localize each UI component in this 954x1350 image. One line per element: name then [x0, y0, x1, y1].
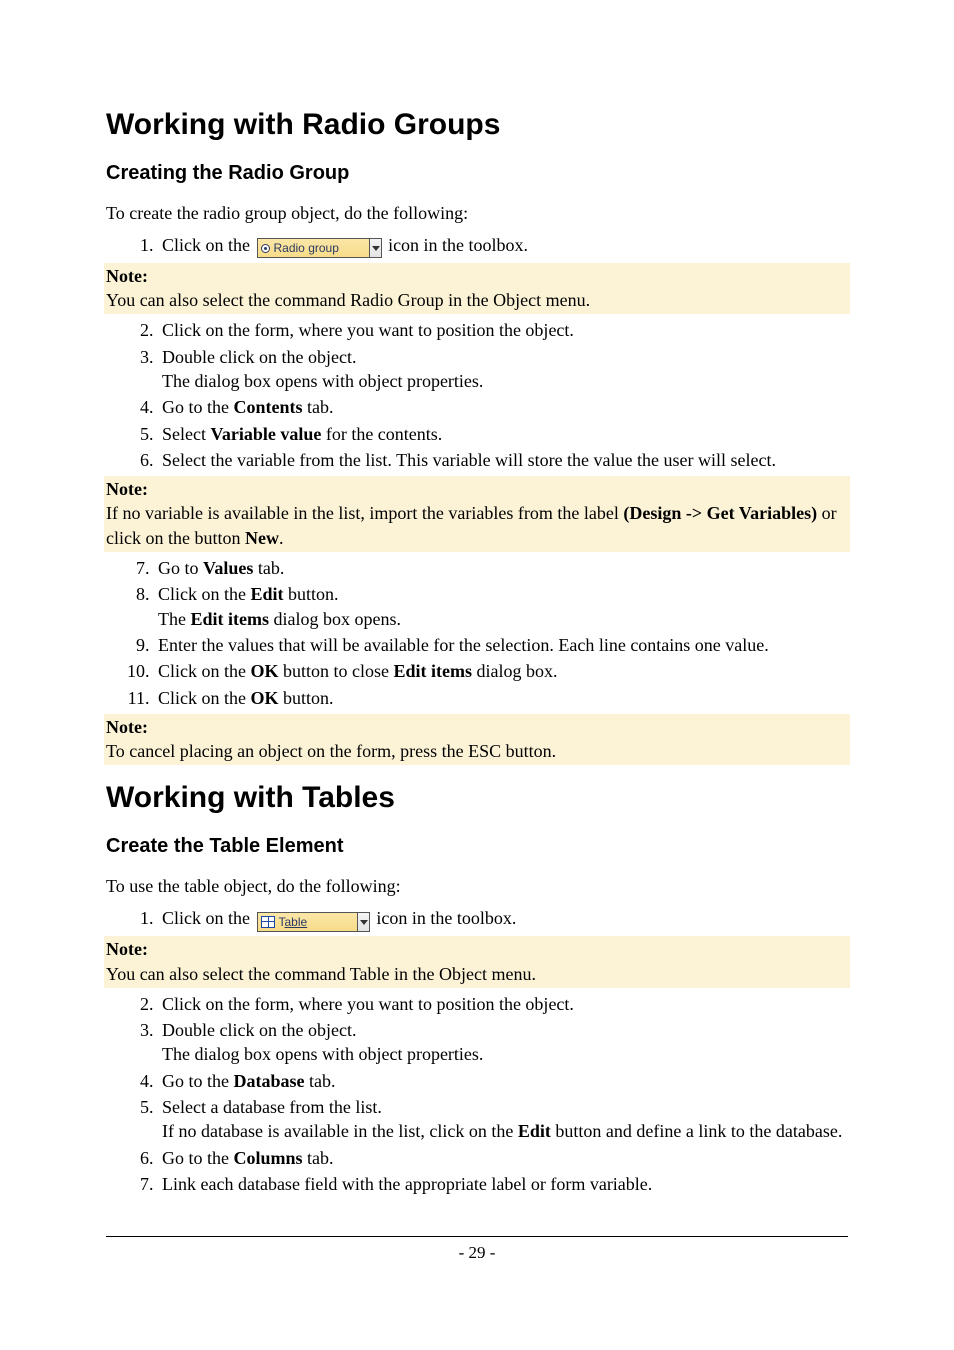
footer-rule: [106, 1236, 848, 1237]
list-item: Go to the Contents tab.: [158, 395, 848, 419]
note-title: Note:: [106, 477, 848, 501]
step-text: Go to: [158, 558, 203, 578]
list-item: Go to Values tab.: [154, 556, 848, 580]
list-item: Go to the Database tab.: [158, 1069, 848, 1093]
step-text-bold: Values: [203, 558, 253, 578]
note-title: Note:: [106, 937, 848, 961]
note-body: You can also select the command Radio Gr…: [106, 288, 848, 312]
page-number: - 29 -: [106, 1243, 848, 1263]
step-text: button to close: [279, 661, 394, 681]
note-body: To cancel placing an object on the form,…: [106, 739, 848, 763]
step-text: Click on the: [158, 584, 251, 604]
step-text-bold: Edit: [518, 1121, 551, 1141]
list-item: Select the variable from the list. This …: [158, 448, 848, 472]
note-title: Note:: [106, 264, 848, 288]
step-text: for the contents.: [321, 424, 442, 444]
step-text: tab.: [305, 1071, 336, 1091]
toolbar-button-label: Table: [279, 915, 308, 929]
step-text: The: [158, 609, 190, 629]
list-item: Click on the OK button.: [154, 686, 848, 710]
step-text: Go to the: [162, 1148, 234, 1168]
note-block: Note: You can also select the command Ta…: [104, 936, 850, 988]
step-text: The dialog box opens with object propert…: [162, 371, 483, 391]
heading-create-the-table-element: Create the Table Element: [106, 835, 848, 858]
list-item: Double click on the object. The dialog b…: [158, 345, 848, 394]
toolbar-button-table[interactable]: Table: [257, 908, 370, 932]
toolbar-button-label: Radio group: [274, 241, 339, 255]
step-text: Select: [162, 424, 210, 444]
step-text: icon in the toolbox.: [372, 908, 516, 928]
step-text-bold: Contents: [234, 397, 303, 417]
step-text-bold: Columns: [234, 1148, 303, 1168]
step-text: Click on the: [158, 688, 251, 708]
step-text: Go to the: [162, 1071, 234, 1091]
list-item: Click on the Table icon in the toolbox.: [158, 906, 848, 932]
step-text: button.: [284, 584, 339, 604]
step-text: button and define a link to the database…: [551, 1121, 842, 1141]
step-text: Link each database field with the approp…: [162, 1174, 652, 1194]
list-item: Click on the OK button to close Edit ite…: [154, 659, 848, 683]
step-text-bold: Edit items: [190, 609, 269, 629]
step-text: If no database is available in the list,…: [162, 1121, 518, 1141]
step-text-bold: Edit: [251, 584, 284, 604]
table-icon: [261, 916, 275, 928]
step-text: icon in the toolbox.: [384, 235, 528, 255]
note-body: If no variable is available in the list,…: [106, 501, 848, 550]
step-text: Click on the: [162, 235, 255, 255]
list-item: Click on the form, where you want to pos…: [158, 318, 848, 342]
step-text: dialog box opens.: [269, 609, 401, 629]
step-text-bold: OK: [251, 688, 279, 708]
note-text: .: [279, 528, 284, 548]
note-text-bold: (Design -> Get Variables): [623, 503, 817, 523]
note-text: If no variable is available in the list,…: [106, 503, 623, 523]
chevron-down-icon[interactable]: [370, 238, 382, 258]
note-title: Note:: [106, 715, 848, 739]
intro-radio: To create the radio group object, do the…: [106, 201, 848, 225]
step-text: Click on the: [158, 661, 251, 681]
step-text-bold: OK: [251, 661, 279, 681]
radio-icon: [261, 244, 270, 253]
list-item: Double click on the object. The dialog b…: [158, 1018, 848, 1067]
step-text: Go to the: [162, 397, 234, 417]
step-text: Click on the form, where you want to pos…: [162, 994, 574, 1014]
step-text-bold: Edit items: [394, 661, 473, 681]
step-text: The dialog box opens with object propert…: [162, 1044, 483, 1064]
note-block: Note: To cancel placing an object on the…: [104, 714, 850, 766]
step-text: Click on the form, where you want to pos…: [162, 320, 574, 340]
list-item: Go to the Columns tab.: [158, 1146, 848, 1170]
list-item: Click on the Radio group icon in the too…: [158, 233, 848, 259]
step-text: Select a database from the list.: [162, 1097, 382, 1117]
heading-working-with-tables: Working with Tables: [106, 779, 848, 817]
step-text: Double click on the object.: [162, 1020, 356, 1040]
step-text: tab.: [303, 397, 334, 417]
list-item: Link each database field with the approp…: [158, 1172, 848, 1196]
toolbar-button-radio-group[interactable]: Radio group: [257, 235, 382, 259]
step-text-bold: Database: [234, 1071, 305, 1091]
step-text: button.: [279, 688, 334, 708]
list-item: Enter the values that will be available …: [154, 633, 848, 657]
step-text: Click on the: [162, 908, 255, 928]
heading-working-with-radio-groups: Working with Radio Groups: [106, 106, 848, 144]
note-block: Note: If no variable is available in the…: [104, 476, 850, 552]
list-item: Select a database from the list. If no d…: [158, 1095, 848, 1144]
list-item: Click on the Edit button. The Edit items…: [154, 582, 848, 631]
list-item: Click on the form, where you want to pos…: [158, 992, 848, 1016]
heading-creating-the-radio-group: Creating the Radio Group: [106, 162, 848, 185]
note-block: Note: You can also select the command Ra…: [104, 263, 850, 315]
step-text-bold: Variable value: [210, 424, 321, 444]
chevron-down-icon[interactable]: [358, 912, 370, 932]
intro-table: To use the table object, do the followin…: [106, 874, 848, 898]
step-text: Select the variable from the list. This …: [162, 450, 776, 470]
step-text: Double click on the object.: [162, 347, 356, 367]
note-text-bold: New: [245, 528, 279, 548]
step-text: tab.: [253, 558, 284, 578]
note-body: You can also select the command Table in…: [106, 962, 848, 986]
step-text: tab.: [303, 1148, 334, 1168]
list-item: Select Variable value for the contents.: [158, 422, 848, 446]
step-text: dialog box.: [472, 661, 558, 681]
step-text: Enter the values that will be available …: [158, 635, 769, 655]
